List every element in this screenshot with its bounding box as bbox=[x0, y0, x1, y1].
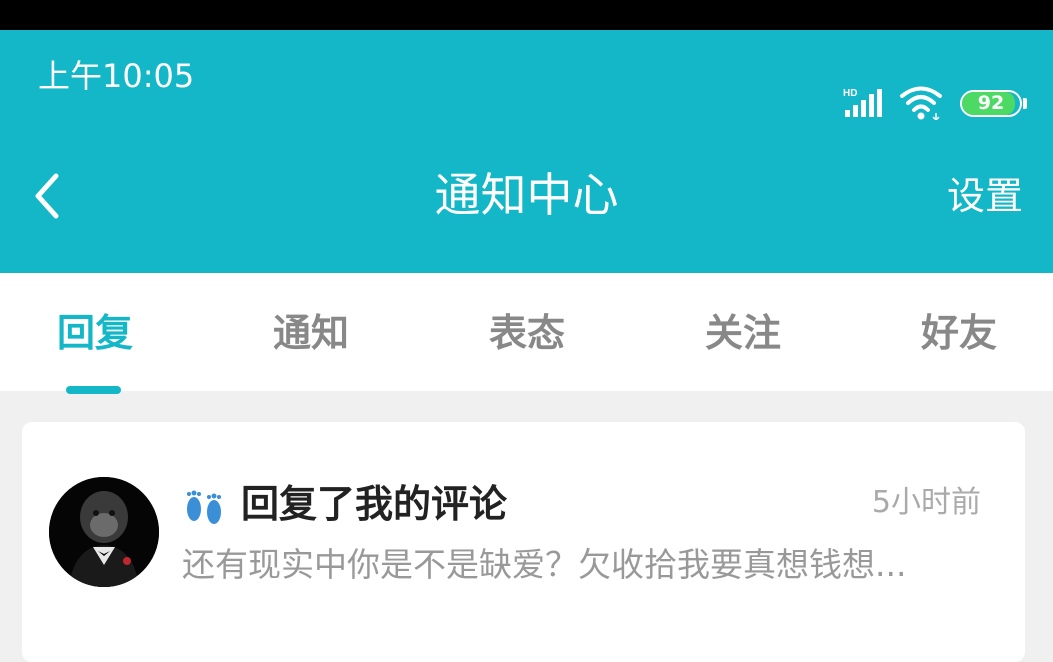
battery-icon: 92 bbox=[960, 90, 1022, 117]
tab-follow[interactable]: 关注 bbox=[688, 303, 798, 363]
notification-title: 回复了我的评论 bbox=[241, 482, 508, 526]
avatar[interactable] bbox=[49, 477, 159, 587]
status-time: 上午10:05 bbox=[38, 57, 195, 95]
top-bezel bbox=[0, 0, 1053, 30]
status-bar: 上午10:05 HD 92 bbox=[0, 30, 1053, 121]
active-tab-indicator bbox=[66, 386, 121, 394]
tab-reaction[interactable]: 表态 bbox=[472, 303, 582, 363]
battery-tip bbox=[1023, 98, 1027, 109]
settings-button[interactable]: 设置 bbox=[947, 166, 1023, 226]
app-header: 通知中心 设置 bbox=[0, 120, 1053, 273]
tab-reply[interactable]: 回复 bbox=[40, 303, 150, 363]
tab-notify[interactable]: 通知 bbox=[256, 303, 366, 363]
tab-friends[interactable]: 好友 bbox=[904, 303, 1014, 363]
notification-time: 5小时前 bbox=[871, 485, 981, 520]
notification-card[interactable]: 回复了我的评论 5小时前 还有现实中你是不是缺爱？欠收拾我要真想钱想... bbox=[22, 422, 1025, 662]
network-type-label: HD bbox=[843, 88, 857, 99]
notification-snippet: 还有现实中你是不是缺爱？欠收拾我要真想钱想... bbox=[182, 545, 907, 584]
tab-bar: 回复 通知 表态 关注 好友 bbox=[0, 273, 1053, 394]
battery-level: 92 bbox=[977, 92, 1005, 114]
footprints-icon bbox=[187, 490, 221, 524]
page-title: 通知中心 bbox=[434, 168, 619, 222]
signal-icon: HD bbox=[843, 88, 882, 117]
wifi-icon bbox=[900, 86, 942, 121]
